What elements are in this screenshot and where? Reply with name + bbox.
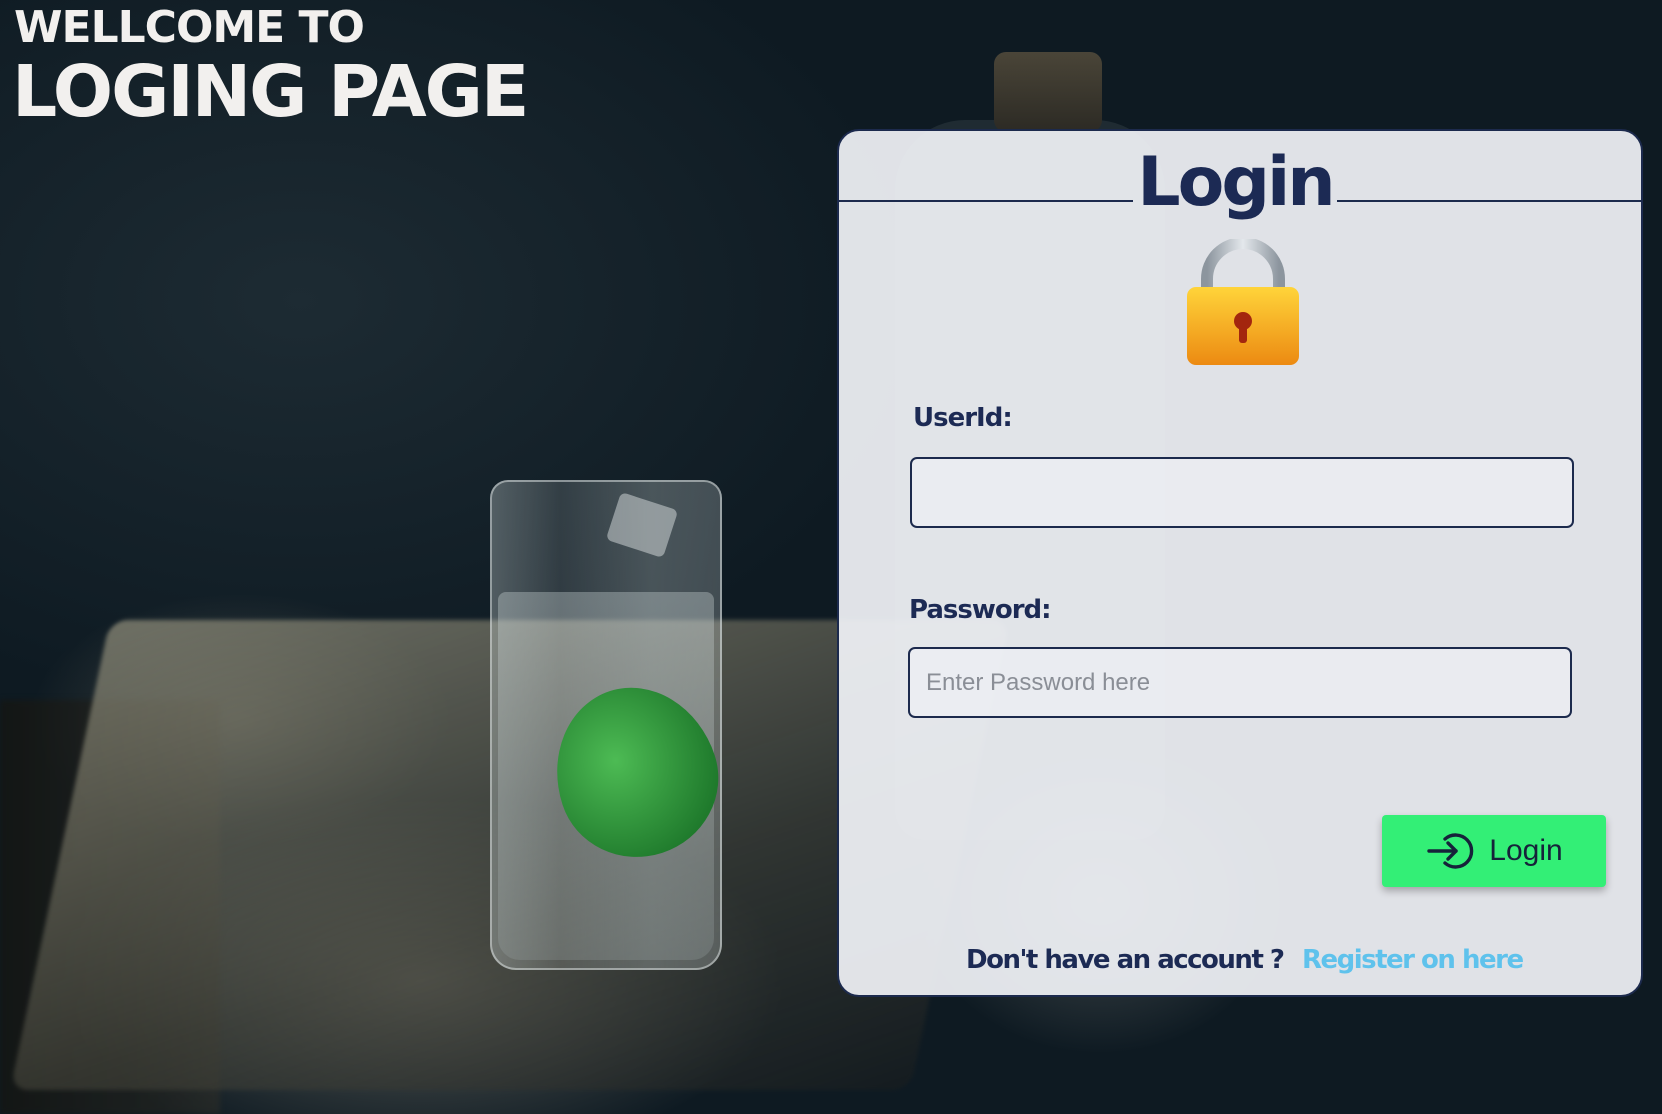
register-link[interactable]: Register on here <box>1302 945 1524 975</box>
headline-line1: WELLCOME TO <box>14 2 365 53</box>
login-button[interactable]: Login <box>1382 815 1606 887</box>
title-divider-left <box>839 200 1133 202</box>
lock-icon <box>1187 239 1299 365</box>
password-label: Password: <box>909 595 1052 625</box>
no-account-text: Don't have an account ? <box>966 945 1285 975</box>
userid-input[interactable] <box>910 457 1574 528</box>
register-prompt: Don't have an account ? Register on here <box>966 945 1524 975</box>
title-divider-right <box>1337 200 1641 202</box>
card-title-row: Login <box>839 143 1641 227</box>
background-bottle-cap <box>994 52 1102 132</box>
background-glass <box>490 480 739 970</box>
login-card: Login UserId: Password: Login Don't have… <box>837 129 1643 997</box>
card-title: Login <box>1137 143 1335 222</box>
headline-line2: LOGING PAGE <box>12 50 529 133</box>
glass-water <box>498 592 739 960</box>
password-input[interactable] <box>908 647 1572 718</box>
userid-label: UserId: <box>913 403 1013 433</box>
login-button-label: Login <box>1489 834 1563 867</box>
login-page: WELLCOME TO LOGING PAGE Login UserId: Pa… <box>0 0 1662 1114</box>
ice-cube <box>605 491 679 559</box>
leaf-image <box>533 666 739 878</box>
login-arrow-icon <box>1427 833 1474 869</box>
welcome-headline: WELLCOME TO LOGING PAGE <box>12 2 529 133</box>
